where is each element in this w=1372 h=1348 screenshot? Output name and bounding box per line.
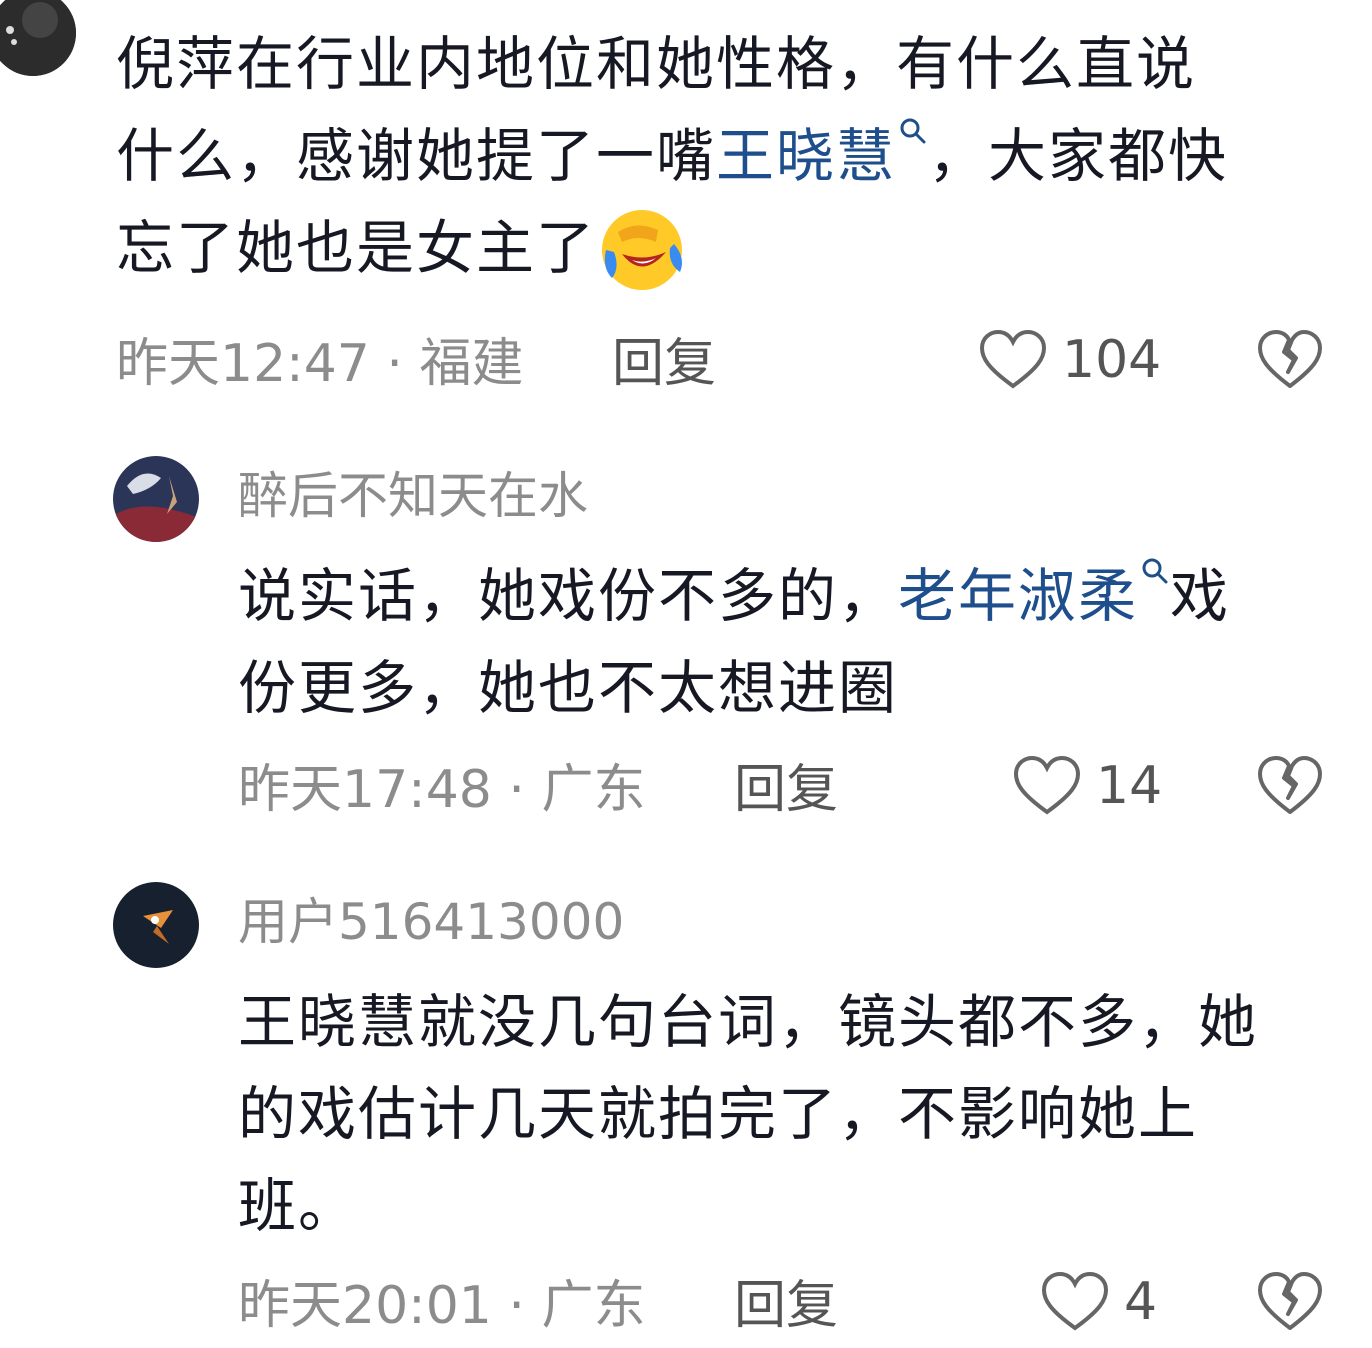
comment-time: 昨天17:48 <box>238 760 492 820</box>
separator: · <box>386 334 403 394</box>
comment-body: 王晓慧就没几句台词，镜头都不多，她 的戏估计几天就拍完了，不影响她上 班。 <box>238 976 1258 1252</box>
comment-location: 福建 <box>419 334 524 394</box>
comment-meta: 昨天12:47 · 福建 <box>116 334 523 394</box>
separator: · <box>508 1276 525 1336</box>
reply-button[interactable]: 回复 <box>734 760 838 820</box>
dislike-button[interactable] <box>1256 1270 1324 1338</box>
username[interactable]: 用户516413000 <box>238 892 624 952</box>
username[interactable]: 醉后不知天在水 <box>238 466 588 526</box>
comment-line: 说实话，她戏份不多的，老年淑柔戏 <box>238 550 1230 642</box>
broken-heart-icon <box>1258 756 1322 814</box>
avatar-image <box>0 0 76 76</box>
like-button[interactable]: 14 <box>1012 754 1162 818</box>
comment-line: 王晓慧就没几句台词，镜头都不多，她 <box>238 988 1259 1056</box>
comment-time: 昨天12:47 <box>116 334 370 394</box>
comment-line: 什么，感谢她提了一嘴王晓慧 ，大家都快 <box>116 110 1228 202</box>
like-count: 14 <box>1096 756 1163 816</box>
comment-time: 昨天20:01 <box>238 1276 492 1336</box>
heart-outline-icon <box>1041 1271 1109 1331</box>
dislike-button[interactable] <box>1256 754 1324 822</box>
avatar[interactable] <box>0 0 76 76</box>
comment-location: 广东 <box>541 1276 646 1336</box>
comment-line: 忘了她也是女主了 <box>116 202 1228 294</box>
comment-location: 广东 <box>541 760 646 820</box>
topic-link[interactable]: 老年淑柔 <box>898 558 1170 630</box>
reply-button[interactable]: 回复 <box>612 334 716 394</box>
comment-line: 倪萍在行业内地位和她性格，有什么直说 <box>116 30 1197 98</box>
like-button[interactable]: 104 <box>978 328 1161 392</box>
heart-outline-icon <box>979 329 1047 389</box>
comment-meta: 昨天17:48 · 广东 <box>238 760 645 820</box>
search-icon <box>1142 558 1168 584</box>
topic-link[interactable]: 王晓慧 <box>716 118 928 190</box>
separator: · <box>508 760 525 820</box>
avatar[interactable] <box>113 882 199 968</box>
laughing-crying-emoji <box>602 210 683 290</box>
comment-line: 班。 <box>238 1172 359 1240</box>
comment-body: 说实话，她戏份不多的，老年淑柔戏 份更多，她也不太想进圈 <box>238 550 1230 734</box>
comment-line: 份更多，她也不太想进圈 <box>238 654 899 722</box>
comment-body: 倪萍在行业内地位和她性格，有什么直说 什么，感谢她提了一嘴王晓慧 ，大家都快 忘了… <box>116 18 1228 294</box>
like-button[interactable]: 4 <box>1040 1270 1157 1334</box>
reply-button[interactable]: 回复 <box>734 1276 838 1336</box>
dislike-button[interactable] <box>1256 328 1324 396</box>
heart-outline-icon <box>1013 755 1081 815</box>
broken-heart-icon <box>1258 1272 1322 1330</box>
avatar-image <box>113 882 199 968</box>
avatar[interactable] <box>113 456 199 542</box>
broken-heart-icon <box>1258 330 1322 388</box>
comment-meta: 昨天20:01 · 广东 <box>238 1276 645 1336</box>
like-count: 4 <box>1124 1272 1158 1332</box>
comment-line: 的戏估计几天就拍完了，不影响她上 <box>238 1080 1199 1148</box>
like-count: 104 <box>1062 330 1162 390</box>
search-icon <box>900 118 926 144</box>
avatar-image <box>113 456 199 542</box>
